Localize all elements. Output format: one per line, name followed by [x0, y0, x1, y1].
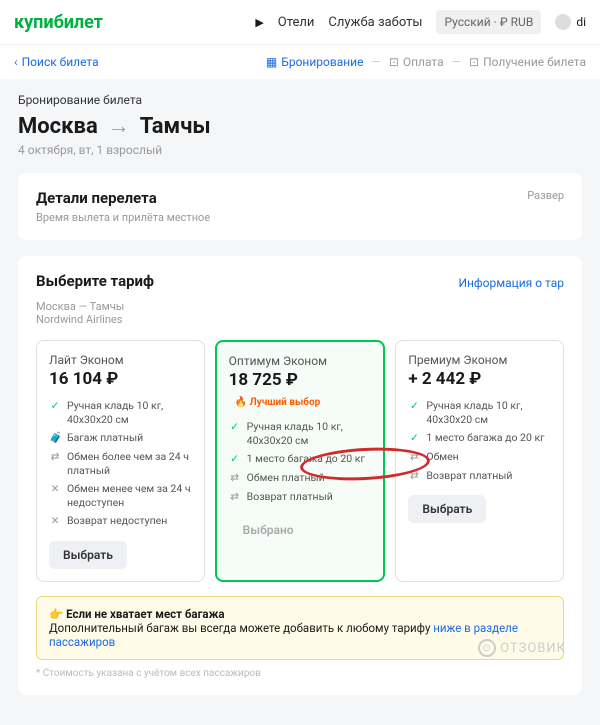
- price-footnote: * Стоимость указана с учётом всех пассаж…: [36, 668, 564, 679]
- tarif-feature: ✕Возврат недоступен: [49, 514, 192, 528]
- nav-support[interactable]: Служба заботы: [328, 15, 422, 30]
- tarif-name: Лайт Эконом: [49, 353, 192, 367]
- lang-selector[interactable]: Русский · ₽ RUB: [436, 10, 541, 34]
- tarif-feature: ✓Ручная кладь 10 кг, 40х30х20 см: [408, 399, 551, 426]
- flight-details-card: Развер Детали перелета Время вылета и пр…: [18, 173, 582, 240]
- best-badge: 🔥 Лучший выбор: [235, 397, 321, 408]
- watermark: ⊙ОТЗОВИК: [478, 639, 566, 657]
- tarif-feature: ⇄Возврат платный: [408, 469, 551, 483]
- tarif-feature: ✕Обмен менее чем за 24 ч недоступен: [49, 482, 192, 509]
- tarif-option[interactable]: Оптимум Эконом 18 725 ₽🔥 Лучший выбор ✓Руч…: [215, 340, 386, 582]
- expand-button[interactable]: Развер: [527, 189, 564, 202]
- select-button: Выбрано: [229, 516, 308, 544]
- play-icon[interactable]: ▶: [255, 16, 263, 29]
- feature-icon: ✓: [408, 399, 420, 413]
- tarif-feature: ✓Ручная кладь 10 кг, 40х30х20 см: [49, 399, 192, 426]
- user-icon: [555, 14, 571, 30]
- tarif-option[interactable]: Премиум Эконом + 2 442 ₽ ✓Ручная кладь 10 …: [395, 340, 564, 582]
- feature-icon: ✓: [229, 420, 241, 434]
- arrow-icon: →: [108, 113, 130, 139]
- step-payment[interactable]: ⊡ Оплата: [389, 55, 444, 69]
- details-subtitle: Время вылета и прилёта местное: [36, 211, 564, 224]
- route-details: 4 октября, вт, 1 взрослый: [18, 143, 582, 157]
- select-button[interactable]: Выбрать: [408, 495, 486, 523]
- breadcrumb: Бронирование билета: [18, 93, 582, 107]
- feature-icon: ⇄: [229, 471, 241, 485]
- tarif-option[interactable]: Лайт Эконом 16 104 ₽ ✓Ручная кладь 10 кг, …: [36, 340, 205, 582]
- nav-hotels[interactable]: Отели: [278, 15, 315, 30]
- logo[interactable]: купибилет: [14, 12, 103, 33]
- tarif-feature: ✓Ручная кладь 10 кг, 40х30х20 см: [229, 420, 372, 447]
- tarif-info-link[interactable]: Информация о тар: [458, 276, 564, 290]
- carrier-info: Москва — Тамчы Nordwind Airlines: [36, 300, 564, 326]
- tarif-feature: ⇄Обмен платный: [229, 471, 372, 485]
- tarif-feature: ⇄Обмен более чем за 24 ч платный: [49, 450, 192, 477]
- step-receive[interactable]: ⊡ Получение билета: [469, 55, 586, 69]
- feature-icon: 🧳: [49, 431, 61, 445]
- tarif-feature: ✓1 место багажа до 20 кг: [408, 431, 551, 445]
- feature-icon: ⇄: [408, 469, 420, 483]
- tarif-feature: ⇄Возврат платный: [229, 490, 372, 504]
- tarif-name: Премиум Эконом: [408, 353, 551, 367]
- select-button[interactable]: Выбрать: [49, 541, 127, 569]
- tarif-price: 16 104 ₽: [49, 369, 192, 389]
- route-title: Москва→Тамчы: [18, 113, 582, 139]
- details-title: Детали перелета: [36, 189, 564, 207]
- back-link[interactable]: ‹ Поиск билета: [14, 55, 99, 69]
- tarif-price: + 2 442 ₽: [408, 369, 551, 389]
- tarif-name: Оптимум Эконом: [229, 354, 372, 368]
- feature-icon: ✓: [408, 431, 420, 445]
- tarif-title: Выберите тариф: [36, 272, 154, 290]
- user-menu[interactable]: di: [555, 14, 586, 30]
- feature-icon: ⇄: [408, 450, 420, 464]
- feature-icon: ✕: [49, 482, 61, 496]
- feature-icon: ✓: [49, 399, 61, 413]
- tarif-feature: 🧳Багаж платный: [49, 431, 192, 445]
- tarif-feature: ✓1 место багажа до 20 кг: [229, 452, 372, 466]
- feature-icon: ✕: [49, 514, 61, 528]
- feature-icon: ✓: [229, 452, 241, 466]
- tarif-card: Выберите тариф Информация о тар Москва —…: [18, 256, 582, 695]
- tarif-price: 18 725 ₽🔥 Лучший выбор: [229, 370, 372, 410]
- feature-icon: ⇄: [49, 450, 61, 464]
- tarif-feature: ⇄Обмен: [408, 450, 551, 464]
- step-booking[interactable]: ▦ Бронирование: [266, 55, 364, 69]
- feature-icon: ⇄: [229, 490, 241, 504]
